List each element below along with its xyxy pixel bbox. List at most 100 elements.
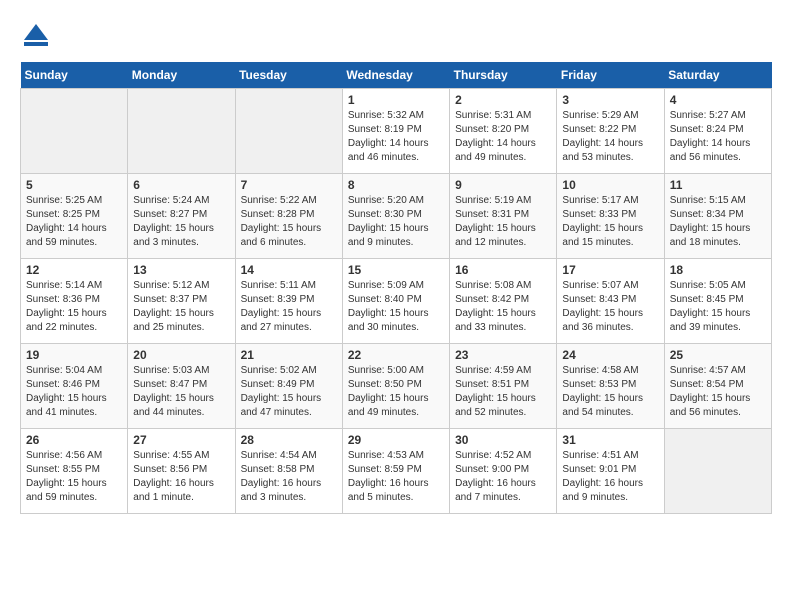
day-number: 19	[26, 348, 122, 362]
day-number: 20	[133, 348, 229, 362]
day-number: 3	[562, 93, 658, 107]
day-number: 29	[348, 433, 444, 447]
calendar-cell	[128, 89, 235, 174]
day-number: 15	[348, 263, 444, 277]
day-number: 26	[26, 433, 122, 447]
day-number: 27	[133, 433, 229, 447]
cell-content: Sunrise: 5:05 AM Sunset: 8:45 PM Dayligh…	[670, 279, 766, 335]
calendar-table: SundayMondayTuesdayWednesdayThursdayFrid…	[20, 62, 772, 514]
calendar-cell: 4 Sunrise: 5:27 AM Sunset: 8:24 PM Daylig…	[664, 89, 771, 174]
day-header-saturday: Saturday	[664, 62, 771, 89]
cell-content: Sunrise: 5:17 AM Sunset: 8:33 PM Dayligh…	[562, 194, 658, 250]
calendar-cell	[235, 89, 342, 174]
calendar-cell: 31 Sunrise: 4:51 AM Sunset: 9:01 PM Dayli…	[557, 429, 664, 514]
calendar-cell: 16 Sunrise: 5:08 AM Sunset: 8:42 PM Dayli…	[450, 259, 557, 344]
calendar-cell: 23Sunrise: 4:59 AM Sunset: 8:51 PM Dayli…	[450, 344, 557, 429]
day-number: 25	[670, 348, 766, 362]
day-number: 11	[670, 178, 766, 192]
cell-content: Sunrise: 5:31 AM Sunset: 8:20 PM Dayligh…	[455, 109, 551, 165]
cell-content: Sunrise: 5:24 AM Sunset: 8:27 PM Dayligh…	[133, 194, 229, 250]
calendar-week-row: 12Sunrise: 5:14 AM Sunset: 8:36 PM Dayli…	[21, 259, 772, 344]
calendar-cell: 21 Sunrise: 5:02 AM Sunset: 8:49 PM Dayli…	[235, 344, 342, 429]
day-number: 4	[670, 93, 766, 107]
cell-content: Sunrise: 5:19 AM Sunset: 8:31 PM Dayligh…	[455, 194, 551, 250]
calendar-week-row: 1 Sunrise: 5:32 AM Sunset: 8:19 PM Daylig…	[21, 89, 772, 174]
day-number: 5	[26, 178, 122, 192]
day-header-wednesday: Wednesday	[342, 62, 449, 89]
calendar-cell: 7 Sunrise: 5:22 AM Sunset: 8:28 PM Daylig…	[235, 174, 342, 259]
cell-content: Sunrise: 5:03 AM Sunset: 8:47 PM Dayligh…	[133, 364, 229, 420]
cell-content: Sunrise: 4:54 AM Sunset: 8:58 PM Dayligh…	[241, 449, 337, 505]
cell-content: Sunrise: 5:20 AM Sunset: 8:30 PM Dayligh…	[348, 194, 444, 250]
day-number: 14	[241, 263, 337, 277]
calendar-cell: 15 Sunrise: 5:09 AM Sunset: 8:40 PM Dayli…	[342, 259, 449, 344]
day-number: 1	[348, 93, 444, 107]
cell-content: Sunrise: 4:53 AM Sunset: 8:59 PM Dayligh…	[348, 449, 444, 505]
day-number: 30	[455, 433, 551, 447]
calendar-cell: 30 Sunrise: 4:52 AM Sunset: 9:00 PM Dayli…	[450, 429, 557, 514]
cell-content: Sunrise: 4:57 AM Sunset: 8:54 PM Dayligh…	[670, 364, 766, 420]
day-number: 22	[348, 348, 444, 362]
calendar-cell: 14 Sunrise: 5:11 AM Sunset: 8:39 PM Dayli…	[235, 259, 342, 344]
day-number: 7	[241, 178, 337, 192]
calendar-cell: 28 Sunrise: 4:54 AM Sunset: 8:58 PM Dayli…	[235, 429, 342, 514]
day-number: 28	[241, 433, 337, 447]
calendar-cell: 8 Sunrise: 5:20 AM Sunset: 8:30 PM Daylig…	[342, 174, 449, 259]
calendar-week-row: 26 Sunrise: 4:56 AM Sunset: 8:55 PM Dayli…	[21, 429, 772, 514]
cell-content: Sunrise: 5:04 AM Sunset: 8:46 PM Dayligh…	[26, 364, 122, 420]
cell-content: Sunrise: 5:29 AM Sunset: 8:22 PM Dayligh…	[562, 109, 658, 165]
calendar-cell: 5 Sunrise: 5:25 AM Sunset: 8:25 PM Daylig…	[21, 174, 128, 259]
calendar-cell: 22 Sunrise: 5:00 AM Sunset: 8:50 PM Dayli…	[342, 344, 449, 429]
cell-content: Sunrise: 5:22 AM Sunset: 8:28 PM Dayligh…	[241, 194, 337, 250]
cell-content: Sunrise: 5:27 AM Sunset: 8:24 PM Dayligh…	[670, 109, 766, 165]
calendar-week-row: 5 Sunrise: 5:25 AM Sunset: 8:25 PM Daylig…	[21, 174, 772, 259]
calendar-cell: 6 Sunrise: 5:24 AM Sunset: 8:27 PM Daylig…	[128, 174, 235, 259]
cell-content: Sunrise: 5:09 AM Sunset: 8:40 PM Dayligh…	[348, 279, 444, 335]
day-header-tuesday: Tuesday	[235, 62, 342, 89]
day-number: 2	[455, 93, 551, 107]
calendar-cell: 1 Sunrise: 5:32 AM Sunset: 8:19 PM Daylig…	[342, 89, 449, 174]
day-number: 21	[241, 348, 337, 362]
day-number: 8	[348, 178, 444, 192]
calendar-cell: 26 Sunrise: 4:56 AM Sunset: 8:55 PM Dayli…	[21, 429, 128, 514]
calendar-cell: 17 Sunrise: 5:07 AM Sunset: 8:43 PM Dayli…	[557, 259, 664, 344]
calendar-cell: 9Sunrise: 5:19 AM Sunset: 8:31 PM Daylig…	[450, 174, 557, 259]
day-header-monday: Monday	[128, 62, 235, 89]
cell-content: Sunrise: 5:00 AM Sunset: 8:50 PM Dayligh…	[348, 364, 444, 420]
day-number: 24	[562, 348, 658, 362]
cell-content: Sunrise: 4:52 AM Sunset: 9:00 PM Dayligh…	[455, 449, 551, 505]
day-number: 16	[455, 263, 551, 277]
page-header	[20, 20, 772, 52]
cell-content: Sunrise: 4:56 AM Sunset: 8:55 PM Dayligh…	[26, 449, 122, 505]
day-number: 18	[670, 263, 766, 277]
calendar-cell: 27 Sunrise: 4:55 AM Sunset: 8:56 PM Dayli…	[128, 429, 235, 514]
calendar-cell	[664, 429, 771, 514]
calendar-header-row: SundayMondayTuesdayWednesdayThursdayFrid…	[21, 62, 772, 89]
cell-content: Sunrise: 5:02 AM Sunset: 8:49 PM Dayligh…	[241, 364, 337, 420]
cell-content: Sunrise: 5:32 AM Sunset: 8:19 PM Dayligh…	[348, 109, 444, 165]
cell-content: Sunrise: 5:12 AM Sunset: 8:37 PM Dayligh…	[133, 279, 229, 335]
cell-content: Sunrise: 5:14 AM Sunset: 8:36 PM Dayligh…	[26, 279, 122, 335]
day-header-thursday: Thursday	[450, 62, 557, 89]
calendar-cell: 13Sunrise: 5:12 AM Sunset: 8:37 PM Dayli…	[128, 259, 235, 344]
calendar-cell: 20 Sunrise: 5:03 AM Sunset: 8:47 PM Dayli…	[128, 344, 235, 429]
calendar-cell: 11Sunrise: 5:15 AM Sunset: 8:34 PM Dayli…	[664, 174, 771, 259]
calendar-cell: 12Sunrise: 5:14 AM Sunset: 8:36 PM Dayli…	[21, 259, 128, 344]
cell-content: Sunrise: 4:51 AM Sunset: 9:01 PM Dayligh…	[562, 449, 658, 505]
calendar-cell: 18 Sunrise: 5:05 AM Sunset: 8:45 PM Dayli…	[664, 259, 771, 344]
day-number: 6	[133, 178, 229, 192]
calendar-cell: 3 Sunrise: 5:29 AM Sunset: 8:22 PM Daylig…	[557, 89, 664, 174]
logo	[20, 20, 56, 52]
cell-content: Sunrise: 5:08 AM Sunset: 8:42 PM Dayligh…	[455, 279, 551, 335]
calendar-cell: 29 Sunrise: 4:53 AM Sunset: 8:59 PM Dayli…	[342, 429, 449, 514]
cell-content: Sunrise: 5:25 AM Sunset: 8:25 PM Dayligh…	[26, 194, 122, 250]
cell-content: Sunrise: 4:55 AM Sunset: 8:56 PM Dayligh…	[133, 449, 229, 505]
calendar-cell: 2 Sunrise: 5:31 AM Sunset: 8:20 PM Daylig…	[450, 89, 557, 174]
calendar-cell: 19 Sunrise: 5:04 AM Sunset: 8:46 PM Dayli…	[21, 344, 128, 429]
cell-content: Sunrise: 5:07 AM Sunset: 8:43 PM Dayligh…	[562, 279, 658, 335]
calendar-cell: 24Sunrise: 4:58 AM Sunset: 8:53 PM Dayli…	[557, 344, 664, 429]
day-number: 31	[562, 433, 658, 447]
day-number: 17	[562, 263, 658, 277]
day-number: 23	[455, 348, 551, 362]
cell-content: Sunrise: 5:11 AM Sunset: 8:39 PM Dayligh…	[241, 279, 337, 335]
